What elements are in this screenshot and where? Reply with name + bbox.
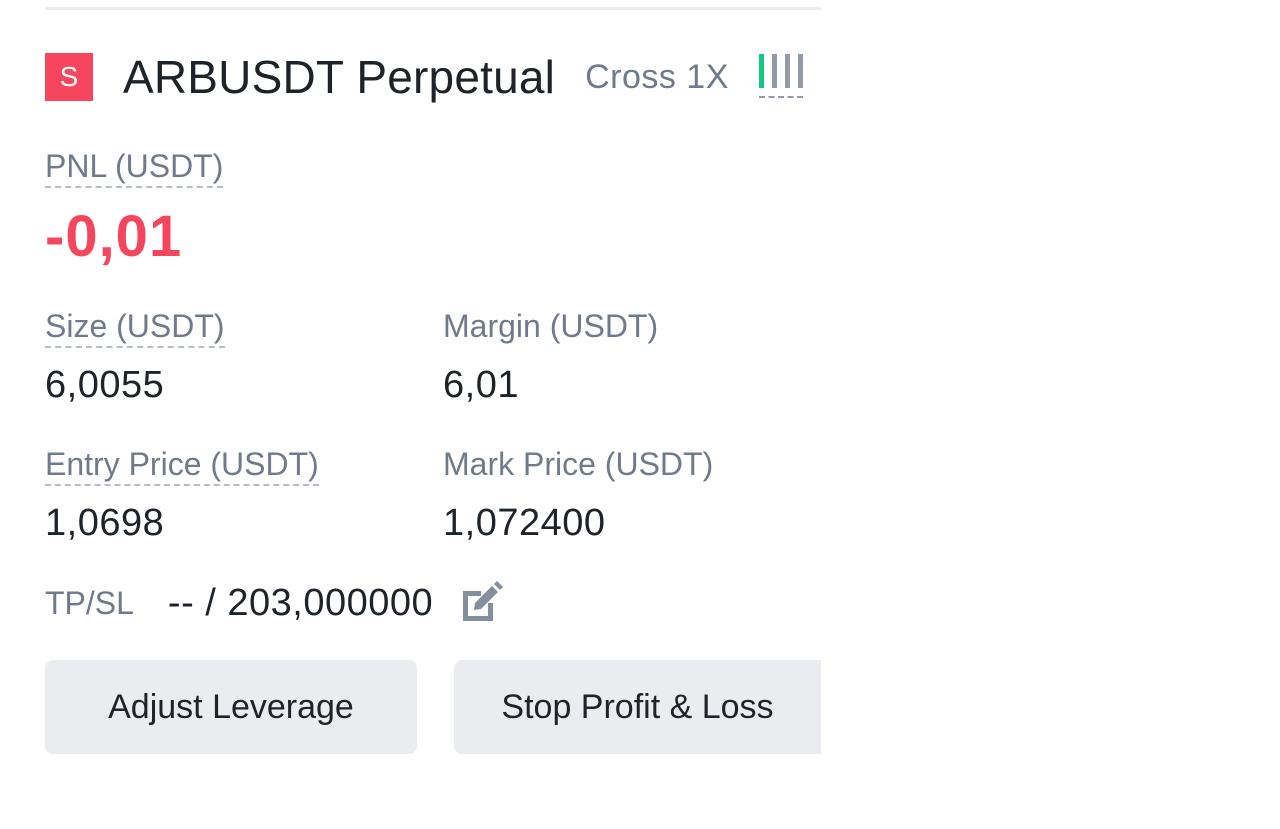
mark-price-label: Mark Price (USDT) — [443, 446, 714, 482]
tpsl-value: -- / 203,000000 — [167, 581, 434, 624]
adjust-leverage-button[interactable]: Adjust Leverage — [45, 660, 417, 754]
top-divider — [45, 7, 821, 10]
position-header: S ARBUSDT Perpetual Cross 1X — [45, 50, 803, 104]
pnl-label[interactable]: PNL (USDT) — [45, 148, 224, 188]
entry-price-value: 1,0698 — [45, 502, 165, 544]
pnl-label-text: PNL (USDT) — [45, 148, 224, 188]
margin-mode-label[interactable]: Cross 1X — [585, 58, 729, 97]
mark-price-value: 1,072400 — [443, 502, 606, 544]
size-label-text: Size (USDT) — [45, 308, 225, 348]
margin-risk-bars-icon[interactable] — [758, 54, 803, 100]
entry-price-label[interactable]: Entry Price (USDT) — [45, 446, 319, 486]
tpsl-label: TP/SL — [45, 584, 134, 621]
entry-price-label-text: Entry Price (USDT) — [45, 446, 319, 486]
size-label[interactable]: Size (USDT) — [45, 308, 225, 348]
risk-bar-1 — [758, 54, 764, 88]
tpsl-row: TP/SL -- / 203,000000 — [45, 578, 504, 628]
edit-icon[interactable] — [459, 581, 504, 625]
risk-bar-2 — [771, 54, 777, 88]
margin-label: Margin (USDT) — [443, 308, 659, 344]
margin-value: 6,01 — [443, 364, 519, 406]
position-card: S ARBUSDT Perpetual Cross 1X PNL (USDT) … — [0, 0, 1280, 829]
short-side-badge: S — [45, 53, 93, 101]
pnl-value: -0,01 — [45, 204, 183, 269]
risk-bar-3 — [784, 54, 790, 88]
stop-profit-loss-button[interactable]: Stop Profit & Loss — [454, 660, 821, 754]
risk-bar-4 — [797, 54, 803, 88]
symbol-title[interactable]: ARBUSDT Perpetual — [123, 50, 555, 104]
risk-dashed-underline — [758, 96, 803, 98]
size-value: 6,0055 — [45, 364, 165, 406]
